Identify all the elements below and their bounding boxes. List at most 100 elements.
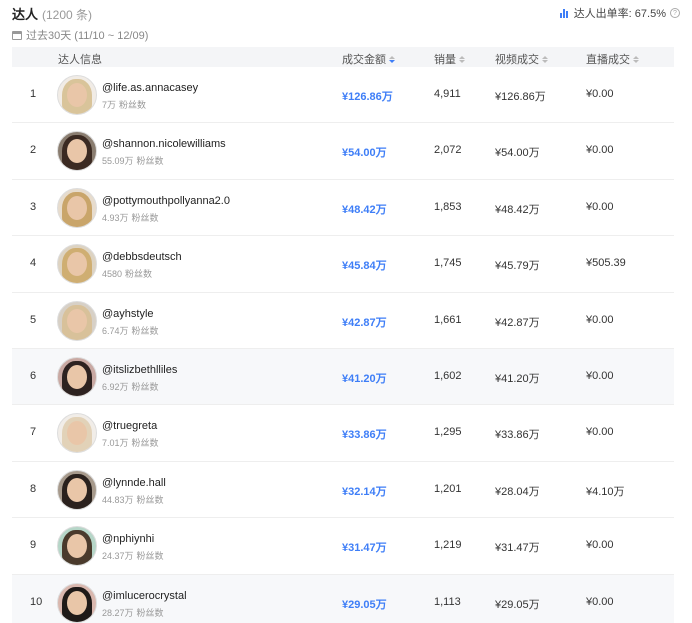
live-gmv-value: ¥4.10万 (586, 485, 625, 498)
video-gmv-value: ¥45.79万 (495, 260, 540, 273)
video-gmv-value: ¥42.87万 (495, 316, 540, 329)
creator-table: 达人信息 成交金额 销量 视频成交 直播成交 1 @life.as.annacas… (12, 47, 674, 623)
live-gmv-value: ¥0.00 (586, 144, 614, 157)
avatar[interactable] (57, 413, 97, 454)
follower-count: 55.09万 粉丝数 (102, 156, 164, 167)
table-row[interactable]: 6 @itslizbethlliles 6.92万 粉丝数 ¥41.20万 1,602 ¥4… (12, 348, 674, 406)
rank-number: 10 (30, 595, 43, 608)
table-row[interactable]: 1 @life.as.annacasey 7万 粉丝数 ¥126.86万 4,911 ¥12… (12, 67, 674, 124)
avatar[interactable] (57, 75, 97, 115)
calendar-icon (12, 30, 22, 40)
col-header-info: 达人信息 (58, 54, 102, 66)
rank-number: 2 (30, 144, 37, 157)
creator-handle-link[interactable]: @debbsdeutsch (102, 251, 182, 263)
table-row[interactable]: 5 @ayhstyle 6.74万 粉丝数 ¥42.87万 1,661 ¥42.87万 ¥0.… (12, 293, 674, 349)
col-header-live[interactable]: 直播成交 (586, 51, 639, 67)
page-title: 达人 (1200 条) (12, 4, 92, 23)
video-gmv-value: ¥33.86万 (495, 429, 540, 442)
gmv-value: ¥48.42万 (342, 203, 387, 216)
help-icon[interactable]: ? (670, 8, 680, 18)
sales-value: 1,661 (434, 313, 462, 326)
table-row[interactable]: 7 @truegreta 7.01万 粉丝数 ¥33.86万 1,295 ¥33.86万 ¥0… (12, 405, 674, 462)
gmv-value: ¥45.84万 (342, 260, 387, 273)
sort-icon[interactable] (459, 55, 465, 63)
gmv-value: ¥126.86万 (342, 91, 393, 103)
avatar[interactable] (57, 244, 97, 285)
avatar[interactable] (57, 526, 97, 567)
creator-handle-link[interactable]: @lynnde.hall (102, 477, 166, 489)
sort-icon[interactable] (389, 55, 395, 63)
avatar[interactable] (57, 356, 97, 397)
col-header-sales[interactable]: 销量 (434, 51, 465, 67)
follower-count: 28.27万 粉丝数 (102, 607, 164, 618)
follower-count: 4580 粉丝数 (102, 269, 153, 280)
rank-number: 6 (30, 369, 37, 382)
follower-count: 7.01万 粉丝数 (102, 438, 159, 449)
date-range-text: 过去30天 (11/10 ~ 12/09) (26, 30, 149, 42)
sales-value: 1,219 (434, 539, 462, 552)
avatar[interactable] (57, 582, 97, 623)
video-gmv-value: ¥28.04万 (495, 485, 540, 498)
live-gmv-value: ¥0.00 (586, 369, 614, 382)
live-gmv-value: ¥0.00 (586, 313, 614, 326)
avatar[interactable] (57, 300, 97, 341)
table-row[interactable]: 9 @nphiynhi 24.37万 粉丝数 ¥31.47万 1,219 ¥31.47万 ¥0… (12, 518, 674, 575)
gmv-value: ¥42.87万 (342, 316, 387, 329)
creator-handle-link[interactable]: @shannon.nicolewilliams (102, 138, 226, 150)
table-row[interactable]: 8 @lynnde.hall 44.83万 粉丝数 ¥32.14万 1,201 ¥28.04… (12, 462, 674, 519)
col-header-gmv[interactable]: 成交金额 (342, 51, 395, 67)
creator-handle-link[interactable]: @itslizbethlliles (102, 364, 177, 376)
conversion-rate: 达人出单率: 67.5% ? (559, 5, 680, 21)
video-gmv-value: ¥54.00万 (495, 147, 540, 160)
sales-value: 1,201 (434, 482, 462, 495)
live-gmv-value: ¥0.00 (586, 595, 614, 608)
creator-handle-link[interactable]: @nphiynhi (102, 533, 154, 545)
live-gmv-value: ¥0.00 (586, 88, 614, 100)
gmv-value: ¥29.05万 (342, 598, 387, 611)
table-row[interactable]: 2 @shannon.nicolewilliams 55.09万 粉丝数 ¥54.00万… (12, 123, 674, 180)
live-gmv-value: ¥0.00 (586, 200, 614, 213)
table-row[interactable]: 10 @imlucerocrystal 28.27万 粉丝数 ¥29.05万 1,113 ¥… (12, 574, 674, 623)
live-gmv-value: ¥0.00 (586, 426, 614, 439)
sort-icon[interactable] (633, 55, 639, 63)
video-gmv-value: ¥29.05万 (495, 598, 540, 611)
rank-number: 9 (30, 539, 37, 552)
rate-label: 达人出单率: 67.5% (573, 8, 666, 20)
page-header: 达人 (1200 条) 达人出单率: 67.5% ? (12, 4, 680, 22)
sales-value: 1,745 (434, 257, 462, 270)
rank-number: 7 (30, 426, 37, 439)
follower-count: 4.93万 粉丝数 (102, 212, 159, 223)
avatar[interactable] (57, 187, 97, 228)
rank-number: 4 (30, 257, 37, 270)
sales-value: 1,295 (434, 426, 462, 439)
video-gmv-value: ¥126.86万 (495, 91, 546, 103)
follower-count: 7万 粉丝数 (102, 100, 147, 110)
creator-handle-link[interactable]: @truegreta (102, 420, 157, 432)
sales-value: 1,113 (434, 595, 461, 608)
follower-count: 44.83万 粉丝数 (102, 494, 164, 505)
gmv-value: ¥31.47万 (342, 542, 387, 555)
gmv-value: ¥33.86万 (342, 429, 387, 442)
live-gmv-value: ¥505.39 (586, 257, 626, 270)
follower-count: 24.37万 粉丝数 (102, 551, 164, 562)
sort-icon[interactable] (542, 55, 548, 63)
table-body: 1 @life.as.annacasey 7万 粉丝数 ¥126.86万 4,911 ¥12… (12, 67, 674, 623)
sales-value: 1,602 (434, 369, 462, 382)
creator-handle-link[interactable]: @imlucerocrystal (102, 590, 187, 602)
table-row[interactable]: 4 @debbsdeutsch 4580 粉丝数 ¥45.84万 1,745 ¥45.79万… (12, 236, 674, 293)
bar-chart-icon (559, 8, 570, 18)
table-row[interactable]: 3 @pottymouthpollyanna2.0 4.93万 粉丝数 ¥48.42万 1… (12, 180, 674, 237)
creator-handle-link[interactable]: @life.as.annacasey (102, 82, 198, 94)
creator-handle-link[interactable]: @ayhstyle (102, 308, 154, 320)
table-header: 达人信息 成交金额 销量 视频成交 直播成交 (12, 47, 674, 67)
col-header-video[interactable]: 视频成交 (495, 51, 548, 67)
follower-count: 6.92万 粉丝数 (102, 381, 159, 392)
avatar[interactable] (57, 469, 97, 510)
creator-handle-link[interactable]: @pottymouthpollyanna2.0 (102, 195, 230, 207)
sales-value: 1,853 (434, 200, 462, 213)
rank-number: 3 (30, 200, 37, 213)
date-range: 过去30天 (11/10 ~ 12/09) (12, 27, 148, 43)
result-count: (1200 条) (42, 8, 93, 22)
avatar[interactable] (57, 131, 97, 172)
sales-value: 4,911 (434, 88, 461, 100)
